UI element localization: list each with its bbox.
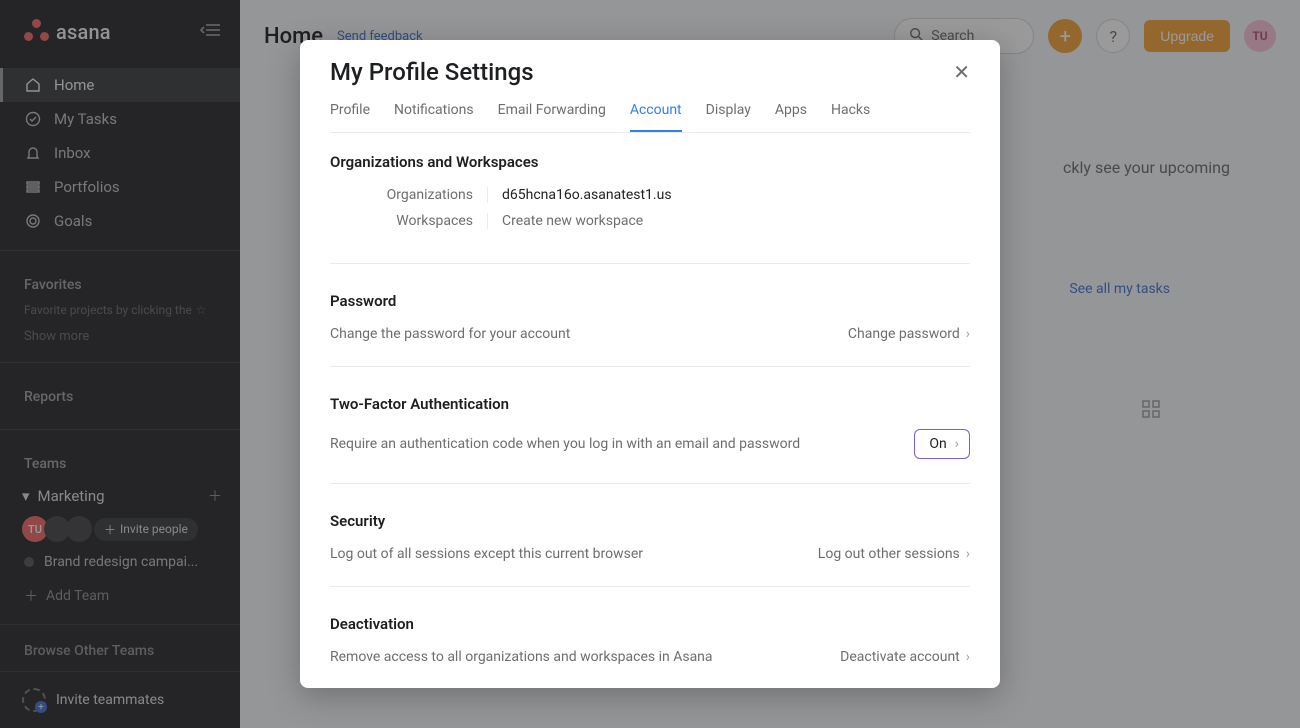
workspaces-label: Workspaces: [330, 213, 488, 229]
change-password-button[interactable]: Change password ›: [848, 326, 970, 342]
deactivation-description: Remove access to all organizations and w…: [330, 649, 713, 665]
tfa-description: Require an authentication code when you …: [330, 436, 800, 452]
tfa-toggle-button[interactable]: On ›: [914, 429, 970, 459]
password-description: Change the password for your account: [330, 326, 570, 342]
tab-apps[interactable]: Apps: [775, 102, 807, 132]
tab-account[interactable]: Account: [630, 102, 682, 132]
chevron-right-icon: ›: [955, 436, 959, 452]
close-icon: ✕: [953, 60, 970, 84]
chevron-right-icon: ›: [966, 326, 970, 342]
close-button[interactable]: ✕: [953, 62, 970, 82]
organizations-label: Organizations: [330, 187, 488, 203]
chevron-right-icon: ›: [966, 546, 970, 562]
create-workspace-link[interactable]: Create new workspace: [488, 213, 643, 229]
security-description: Log out of all sessions except this curr…: [330, 546, 643, 562]
tab-email-forwarding[interactable]: Email Forwarding: [498, 102, 606, 132]
section-tfa-title: Two-Factor Authentication: [330, 395, 970, 413]
modal-title: My Profile Settings: [330, 58, 534, 86]
deactivate-account-button[interactable]: Deactivate account ›: [840, 649, 970, 665]
section-password-title: Password: [330, 292, 970, 310]
section-org-title: Organizations and Workspaces: [330, 153, 970, 171]
section-security-title: Security: [330, 512, 970, 530]
logout-other-sessions-button[interactable]: Log out other sessions ›: [818, 546, 970, 562]
tab-hacks[interactable]: Hacks: [831, 102, 870, 132]
profile-settings-modal: My Profile Settings ✕ Profile Notificati…: [300, 40, 1000, 688]
settings-tabs: Profile Notifications Email Forwarding A…: [330, 102, 970, 133]
tab-display[interactable]: Display: [706, 102, 751, 132]
tab-notifications[interactable]: Notifications: [394, 102, 474, 132]
organization-value[interactable]: d65hcna16o.asanatest1.us: [488, 187, 672, 203]
section-deactivation-title: Deactivation: [330, 615, 970, 633]
tab-profile[interactable]: Profile: [330, 102, 370, 132]
chevron-right-icon: ›: [966, 649, 970, 665]
